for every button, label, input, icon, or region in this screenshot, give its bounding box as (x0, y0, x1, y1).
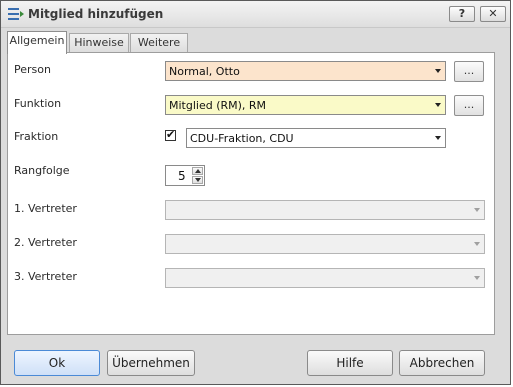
chevron-down-icon[interactable] (435, 69, 441, 73)
funktion-value: Mitglied (RM), RM (169, 99, 267, 112)
person-label: Person (14, 63, 51, 76)
chevron-down-icon[interactable] (435, 103, 441, 107)
chevron-down-icon[interactable] (474, 276, 480, 280)
vertreter3-combobox[interactable] (165, 268, 485, 288)
spin-down-icon[interactable] (192, 176, 203, 184)
vertreter1-label: 1. Vertreter (14, 202, 77, 215)
person-browse-button[interactable]: ... (454, 61, 484, 82)
tab-allgemein[interactable]: Allgemein (7, 31, 67, 54)
help-button[interactable]: Hilfe (307, 350, 393, 376)
vertreter1-combobox[interactable] (165, 200, 485, 220)
close-button[interactable]: ✕ (480, 6, 506, 22)
tab-weitere[interactable]: Weitere (130, 33, 188, 53)
chevron-down-icon[interactable] (474, 242, 480, 246)
spin-up-icon[interactable] (192, 167, 203, 175)
funktion-browse-button[interactable]: ... (454, 95, 484, 116)
help-title-button[interactable]: ? (449, 6, 475, 22)
cancel-button[interactable]: Abbrechen (399, 350, 485, 376)
fraktion-checkbox[interactable]: ✔ (165, 128, 176, 141)
vertreter3-label: 3. Vertreter (14, 270, 77, 283)
funktion-label: Funktion (14, 97, 62, 110)
fraktion-value: CDU-Fraktion, CDU (190, 132, 294, 145)
person-value: Normal, Otto (169, 65, 240, 78)
checkmark-icon: ✔ (166, 128, 176, 141)
tab-panel-allgemein: Person Normal, Otto ... Funktion Mitglie… (7, 52, 495, 335)
vertreter2-label: 2. Vertreter (14, 236, 77, 249)
rangfolge-label: Rangfolge (14, 164, 70, 177)
funktion-combobox[interactable]: Mitglied (RM), RM (165, 95, 446, 115)
window-title: Mitglied hinzufügen (28, 7, 164, 21)
rangfolge-spinner[interactable]: 5 (165, 165, 205, 186)
person-combobox[interactable]: Normal, Otto (165, 61, 446, 81)
chevron-down-icon[interactable] (474, 208, 480, 212)
chevron-down-icon[interactable] (435, 136, 441, 140)
fraktion-combobox[interactable]: CDU-Fraktion, CDU (186, 128, 446, 148)
apply-button[interactable]: Übernehmen (107, 350, 195, 376)
tab-hinweise[interactable]: Hinweise (69, 33, 129, 53)
list-icon (8, 8, 24, 20)
ok-button[interactable]: Ok (14, 350, 100, 376)
dialog-window: Mitglied hinzufügen ? ✕ Allgemein Hinwei… (0, 0, 511, 385)
vertreter2-combobox[interactable] (165, 234, 485, 254)
rangfolge-value[interactable]: 5 (178, 169, 186, 183)
title-bar[interactable]: Mitglied hinzufügen ? ✕ (1, 1, 510, 28)
fraktion-label: Fraktion (14, 130, 59, 143)
